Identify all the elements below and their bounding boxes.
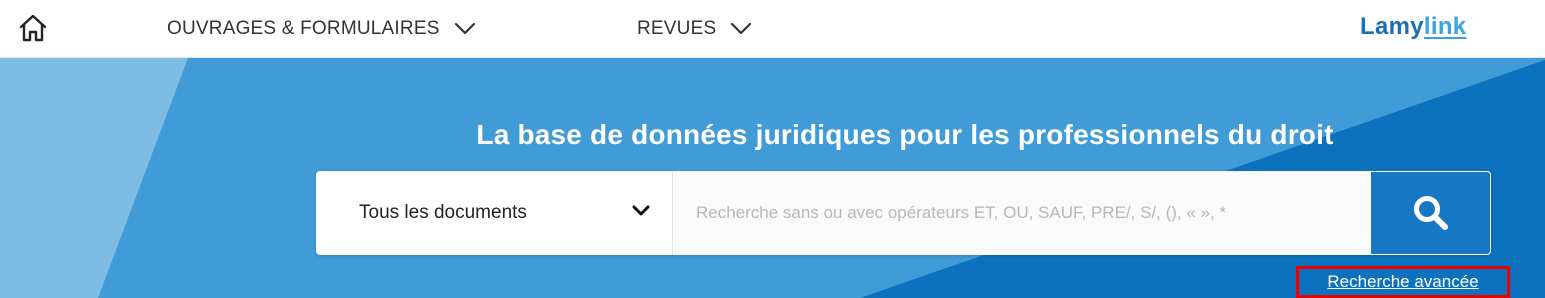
search-icon	[1413, 196, 1448, 230]
hero-title: La base de données juridiques pour les p…	[476, 119, 1334, 150]
chevron-down-icon	[632, 205, 650, 216]
search-input[interactable]	[674, 171, 1370, 255]
nav-revues-label: REVUES	[637, 18, 717, 39]
search-button[interactable]	[1370, 171, 1491, 255]
nav-ouvrages-label: OUVRAGES & FORMULAIRES	[167, 18, 440, 39]
top-navigation: OUVRAGES & FORMULAIRES REVUES Lamylink	[0, 0, 1545, 58]
home-icon	[19, 14, 47, 42]
hero-banner: La base de données juridiques pour les p…	[0, 58, 1545, 298]
nav-ouvrages-formulaires[interactable]: OUVRAGES & FORMULAIRES	[167, 16, 476, 42]
document-type-value: Tous les documents	[359, 202, 527, 223]
search-bar: Tous les documents	[316, 171, 1491, 255]
home-button[interactable]	[18, 13, 48, 43]
advanced-search-link[interactable]: Recherche avancée	[1296, 266, 1510, 298]
chevron-down-icon	[731, 22, 752, 35]
chevron-down-icon	[454, 22, 475, 35]
brand-logo[interactable]: Lamylink	[1360, 13, 1466, 41]
brand-logo-part1: Lamy	[1360, 13, 1424, 40]
nav-revues[interactable]: REVUES	[637, 16, 752, 42]
brand-logo-part2: link	[1423, 13, 1467, 40]
document-type-select[interactable]: Tous les documents	[316, 171, 673, 255]
